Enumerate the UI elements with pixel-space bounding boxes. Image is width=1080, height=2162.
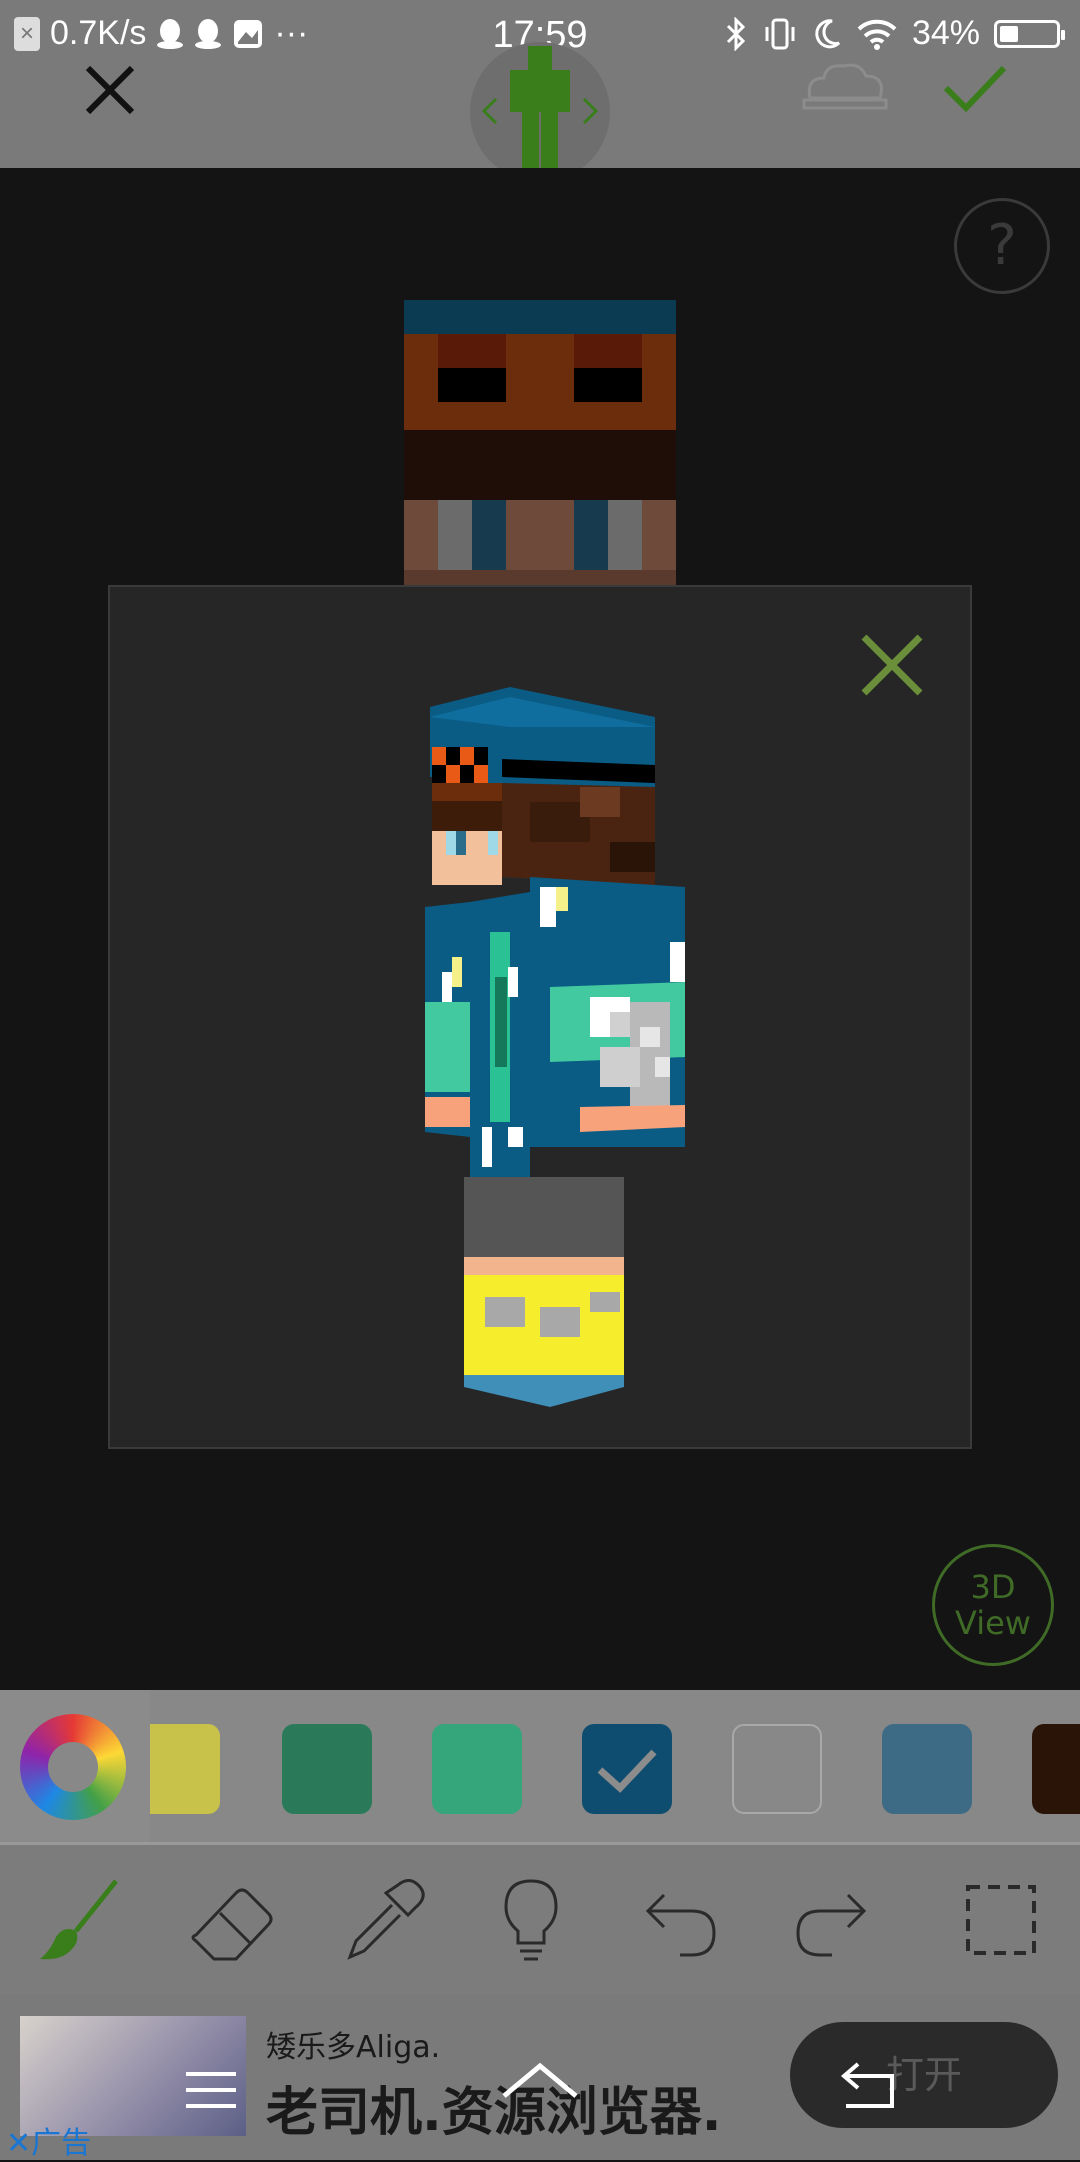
drawing-tools: [0, 1842, 1080, 1994]
ad-label[interactable]: ✕广告: [6, 2118, 91, 2162]
menu-icon[interactable]: [184, 2070, 238, 2110]
ad-close-icon[interactable]: ✕: [6, 2126, 31, 2161]
brush-icon[interactable]: [36, 1875, 126, 1965]
3d-view-label-2: View: [955, 1604, 1031, 1642]
3d-view-label-1: 3D: [970, 1568, 1016, 1606]
bluetooth-icon: [726, 16, 746, 51]
vibrate-icon: [765, 18, 795, 49]
undo-icon[interactable]: [636, 1875, 726, 1965]
confirm-check-icon[interactable]: [940, 58, 1010, 118]
editor-toolbar: [0, 42, 1080, 182]
3d-view-button[interactable]: 3D View: [932, 1544, 1054, 1666]
close-icon[interactable]: [80, 60, 140, 120]
moon-icon: [815, 18, 840, 48]
check-icon: [597, 1749, 657, 1793]
body-part-selector[interactable]: [470, 42, 610, 182]
ad-banner[interactable]: ✕广告 矮乐多Aliga. 老司机.资源浏览器. 打开: [0, 1994, 1080, 2162]
status-right: 34%: [724, 14, 1065, 53]
ad-label-text: 广告: [31, 2126, 92, 2161]
color-swatch[interactable]: [732, 1724, 822, 1814]
3d-preview-dialog: [108, 585, 972, 1449]
color-swatch[interactable]: [1032, 1724, 1080, 1814]
eyedropper-icon[interactable]: [336, 1875, 426, 1965]
color-swatch[interactable]: [432, 1724, 522, 1814]
back-icon[interactable]: [838, 2060, 898, 2110]
help-button[interactable]: ?: [954, 198, 1050, 294]
color-swatch[interactable]: [882, 1724, 972, 1814]
battery-icon: [994, 19, 1065, 48]
redo-icon[interactable]: [786, 1875, 876, 1965]
hat-layer-icon[interactable]: [800, 58, 890, 118]
color-palette: [0, 1690, 1080, 1842]
ad-headline: 老司机.资源浏览器.: [266, 2083, 722, 2143]
player-body-icon: [510, 46, 570, 176]
chevron-left-icon[interactable]: [480, 96, 500, 126]
color-swatch-selected[interactable]: [582, 1724, 672, 1814]
wifi-icon: [857, 19, 897, 50]
lightbulb-icon[interactable]: [486, 1875, 576, 1965]
color-swatch[interactable]: [282, 1724, 372, 1814]
battery-percent: 34%: [911, 14, 980, 52]
eraser-icon[interactable]: [186, 1875, 276, 1965]
home-icon[interactable]: [500, 2060, 580, 2110]
select-area-icon[interactable]: [956, 1875, 1046, 1965]
chevron-right-icon[interactable]: [580, 96, 600, 126]
3d-skin-model[interactable]: [110, 587, 974, 1451]
ad-title: 矮乐多Aliga.: [266, 2030, 441, 2065]
ad-open-button[interactable]: 打开: [790, 2022, 1058, 2128]
color-swatch[interactable]: [150, 1724, 220, 1814]
color-wheel-button[interactable]: [20, 1714, 126, 1820]
